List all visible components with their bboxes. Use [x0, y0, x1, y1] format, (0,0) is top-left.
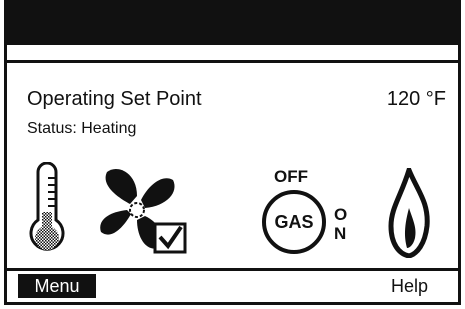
setpoint-label: Operating Set Point	[27, 88, 202, 110]
flame-icon	[387, 162, 431, 259]
title-bar	[7, 0, 458, 45]
menu-button[interactable]: Menu	[18, 274, 96, 298]
gas-off-label: OFF	[274, 167, 308, 186]
setpoint-value: 120 °F	[386, 88, 446, 110]
divider	[7, 268, 458, 271]
fan-icon	[97, 166, 197, 258]
display-screen: Operating Set Point 120 °F Status: Heati…	[4, 0, 461, 305]
help-button[interactable]: Help	[391, 274, 428, 298]
thermometer-icon	[27, 161, 67, 260]
divider	[7, 60, 458, 63]
gas-label: GAS	[274, 212, 313, 232]
svg-text:O: O	[334, 205, 347, 224]
gas-valve-icon: OFF GAS O N ON	[252, 166, 362, 258]
status-text: Status: Heating	[27, 120, 137, 137]
svg-text:N: N	[334, 224, 346, 243]
